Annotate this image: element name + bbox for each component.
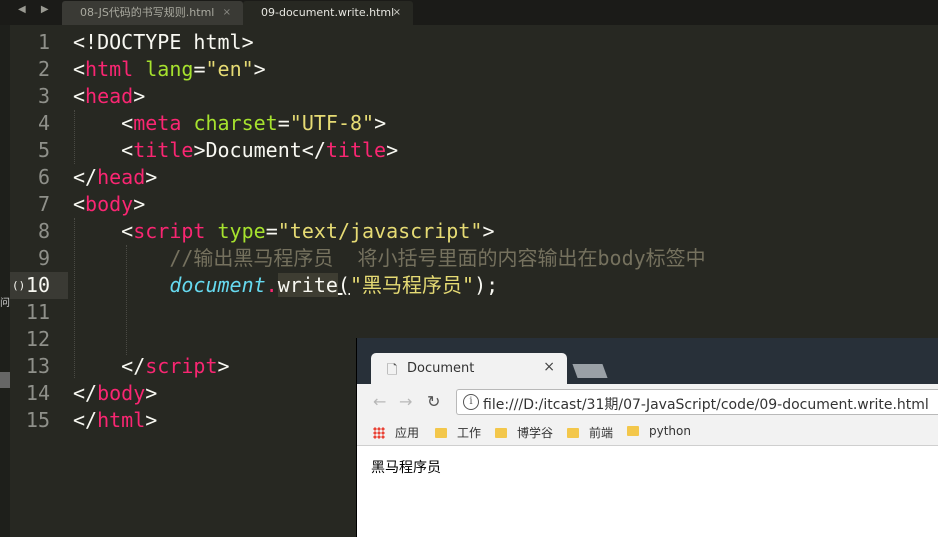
code-line-7: <body> [73,192,146,216]
close-icon[interactable]: × [543,359,555,375]
line-number: 8 [37,219,50,243]
address-bar[interactable]: i file:///D:/itcast/31期/07-JavaScript/co… [456,389,938,415]
code-line-5: <title>Document</title> [121,138,399,162]
line-number: 3 [37,84,50,108]
browser-tab-strip: 🗋 Document × [357,338,938,384]
bookmarks-bar: 应用 工作 博学谷 前端 python [357,421,938,446]
line-number: 12 [25,327,50,351]
line-number: 11 [25,300,50,324]
folder-icon [627,426,639,436]
browser-tab-title: Document [407,361,475,376]
reload-button[interactable]: ↻ [427,392,440,411]
side-panel-text: 问 [0,298,10,309]
folder-icon [435,428,447,438]
code-line-6: </head> [73,165,158,189]
line-number: 5 [37,138,50,162]
bookmark-python[interactable]: python [627,424,691,438]
page-output-text: 黑马程序员 [371,460,441,476]
line-number: 4 [37,111,50,135]
side-panel-edge [0,25,10,537]
apps-grid-icon [373,427,385,439]
new-tab-button[interactable] [572,364,608,378]
bookmark-apps[interactable]: 应用 [373,424,419,441]
line-number: 14 [25,381,50,405]
bookmark-boxuegu[interactable]: 博学谷 [495,424,553,441]
tab-label: 09-document.write.html [261,6,395,19]
url-text: file:///D:/itcast/31期/07-JavaScript/code… [483,397,929,413]
tab-09-document-write[interactable]: 09-document.write.html × [243,1,413,25]
code-line-1: <!DOCTYPE html> [73,30,254,54]
browser-toolbar: ← → ↻ i file:///D:/itcast/31期/07-JavaScr… [357,384,938,421]
line-number: 15 [25,408,50,432]
line-number: 10 [25,273,50,297]
tab-08-js-rules[interactable]: 08-JS代码的书写规则.html × [62,1,243,25]
line-number: 1 [37,30,50,54]
tab-nav-arrows[interactable]: ◀ ▶ [18,4,55,15]
code-line-9: //输出黑马程序员 将小括号里面的内容输出在body标签中 [169,246,706,270]
line-number: 9 [37,246,50,270]
line-number: 7 [37,192,50,216]
line-number: 2 [37,57,50,81]
code-line-8: <script type="text/javascript"> [121,219,495,243]
bookmark-work[interactable]: 工作 [435,424,481,441]
document-icon: 🗋 [387,363,398,378]
close-icon[interactable]: × [223,1,231,25]
editor-tab-bar: ◀ ▶ 08-JS代码的书写规则.html × 09-document.writ… [0,0,938,25]
code-line-10: document.write("黑马程序员"); [169,273,499,297]
line-number: 13 [25,354,50,378]
browser-window: 🗋 Document × ← → ↻ i file:///D:/itcast/3… [356,338,938,537]
line-number-gutter: 1 2 3 4 5 6 7 8 9 10 11 12 13 14 15 [10,29,58,434]
code-line-4: <meta charset="UTF-8"> [121,111,387,135]
side-scroll-marker[interactable] [0,372,10,388]
close-icon[interactable]: × [393,1,401,25]
code-line-3: <head> [73,84,146,108]
back-button[interactable]: ← [373,392,386,411]
browser-tab-document[interactable]: 🗋 Document × [371,353,567,384]
folder-icon [495,428,507,438]
folder-icon [567,428,579,438]
info-icon[interactable]: i [463,394,479,410]
code-line-2: <html lang="en"> [73,57,266,81]
bookmark-frontend[interactable]: 前端 [567,424,613,441]
forward-button[interactable]: → [399,392,412,411]
tab-label: 08-JS代码的书写规则.html [80,6,215,19]
line-number: 6 [37,165,50,189]
